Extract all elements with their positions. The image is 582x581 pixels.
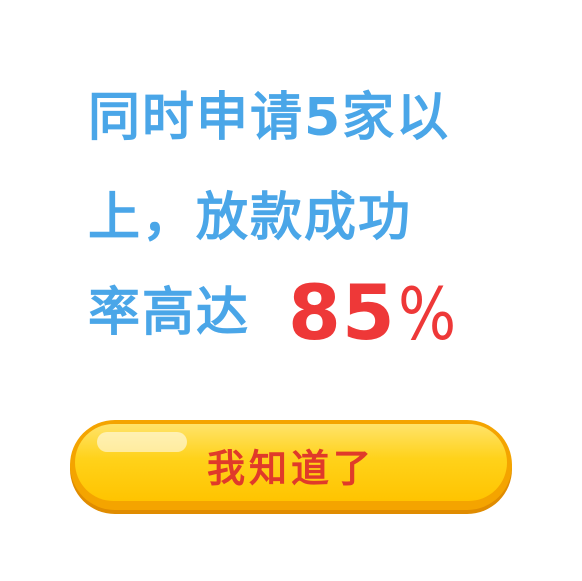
got-it-button-label: 我知道了 [206,446,375,491]
promo-dialog: 同时申请5家以 上，放款成功 率高达 85% 我知道了 [0,0,582,581]
success-rate-number: 85 [288,268,396,357]
percent-sign: % [397,272,457,356]
got-it-button[interactable]: 我知道了 [70,420,512,510]
message-line-3: 率高达 85% [88,275,456,351]
message-line-3-prefix: 率高达 [88,283,251,343]
message-line-2: 上，放款成功 [88,188,413,248]
success-rate-highlight: 85% [288,275,467,351]
message-line-1: 同时申请5家以 [88,88,451,148]
